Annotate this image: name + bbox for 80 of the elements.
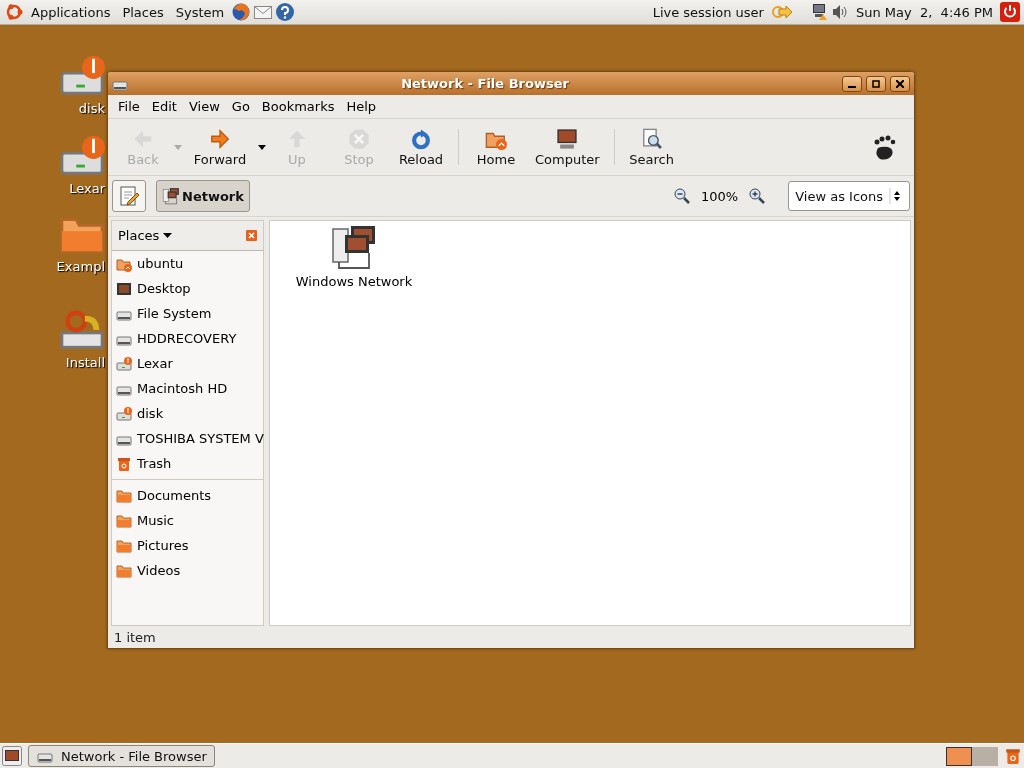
volume-speaker-icon[interactable] bbox=[830, 3, 849, 21]
power-icon[interactable] bbox=[1000, 2, 1020, 22]
view-mode-dropdown[interactable]: View as Icons bbox=[788, 181, 910, 211]
foot-logo-icon bbox=[872, 134, 896, 160]
sidebar-item[interactable]: Macintosh HD bbox=[112, 376, 263, 401]
menu-item[interactable]: Go bbox=[225, 97, 256, 116]
close-sidebar-icon[interactable] bbox=[246, 230, 257, 241]
minimize-icon bbox=[848, 85, 856, 88]
reload-icon bbox=[410, 127, 432, 150]
folder-icon bbox=[116, 537, 132, 554]
network-icon bbox=[162, 187, 180, 205]
desktop-icon bbox=[116, 280, 132, 297]
taskbar-window-button[interactable]: Network - File Browser bbox=[28, 745, 215, 767]
panel-menu[interactable]: Places bbox=[117, 2, 169, 22]
minimize-button[interactable] bbox=[842, 75, 862, 92]
menu-item[interactable]: Edit bbox=[145, 97, 183, 116]
folder-icon bbox=[116, 512, 132, 529]
menu-item[interactable]: File bbox=[112, 97, 146, 116]
zoom-level: 100% bbox=[701, 188, 739, 204]
ubuntu-logo-icon[interactable] bbox=[4, 2, 24, 22]
sidebar-item[interactable]: Documents bbox=[112, 483, 263, 508]
sidebar-title[interactable]: Places bbox=[118, 228, 160, 243]
session-user-label[interactable]: Live session user bbox=[647, 2, 769, 22]
logout-arrow-icon[interactable] bbox=[770, 3, 793, 21]
computer-toolbar-button[interactable]: Computer bbox=[527, 125, 608, 169]
up-down-arrows-icon bbox=[889, 188, 903, 204]
sidebar-item[interactable]: disk bbox=[112, 401, 263, 426]
sidebar-item[interactable]: TOSHIBA SYSTEM V bbox=[112, 426, 263, 451]
network-computers-icon bbox=[330, 223, 378, 271]
menu-item[interactable]: Help bbox=[340, 97, 383, 116]
desktop-icon-label[interactable]: Install bbox=[65, 355, 105, 370]
search-toolbar-button[interactable]: Search bbox=[620, 125, 683, 169]
maximize-button[interactable] bbox=[866, 75, 886, 92]
menu-item[interactable]: Bookmarks bbox=[255, 97, 341, 116]
panel-menu[interactable]: Applications bbox=[26, 2, 116, 22]
reload-toolbar-button[interactable]: Reload bbox=[390, 125, 452, 169]
sidebar-item[interactable]: File System bbox=[112, 301, 263, 326]
sidebar-item[interactable]: HDDRECOVERY bbox=[112, 326, 263, 351]
trash-icon bbox=[116, 455, 132, 472]
usb-drive-icon bbox=[116, 355, 132, 372]
dropdown-caret-icon[interactable] bbox=[163, 233, 173, 238]
menu-item[interactable]: View bbox=[182, 97, 226, 116]
sidebar-item[interactable]: Desktop bbox=[112, 276, 263, 301]
location-path-button[interactable]: Network bbox=[156, 180, 250, 212]
stop-icon bbox=[348, 127, 370, 150]
forward-toolbar-button[interactable]: Forward bbox=[182, 125, 258, 169]
browser-globe-icon[interactable] bbox=[231, 2, 252, 22]
close-button[interactable] bbox=[890, 75, 910, 92]
panel-menu[interactable]: System bbox=[170, 2, 230, 22]
help-icon[interactable] bbox=[275, 2, 296, 22]
computer-icon bbox=[556, 127, 579, 150]
close-icon bbox=[896, 79, 904, 88]
desktop-icon-label[interactable]: Exampl bbox=[56, 259, 105, 274]
search-icon bbox=[640, 127, 663, 150]
show-desktop-icon[interactable] bbox=[2, 746, 22, 766]
sidebar-item[interactable]: ubuntu bbox=[112, 251, 263, 276]
dropdown-caret-icon[interactable] bbox=[258, 144, 266, 150]
desktop-icon-label[interactable]: Lexar bbox=[69, 181, 105, 196]
sidebar-item[interactable]: Pictures bbox=[112, 533, 263, 558]
window-title: Network - File Browser bbox=[400, 76, 570, 91]
edit-location-button[interactable] bbox=[112, 180, 146, 212]
notepad-pencil-icon bbox=[118, 185, 140, 207]
folder-icon bbox=[116, 562, 132, 579]
sidebar-item[interactable]: Trash bbox=[112, 451, 263, 476]
home-toolbar-button[interactable]: Home bbox=[465, 125, 527, 169]
workspace-button[interactable] bbox=[946, 746, 972, 766]
sidebar-item[interactable]: Music bbox=[112, 508, 263, 533]
file-item-label[interactable]: Windows Network bbox=[295, 274, 413, 289]
folder-icon bbox=[116, 487, 132, 504]
maximize-icon bbox=[872, 79, 880, 88]
clock[interactable]: Sun May 2, 4:46 PM bbox=[850, 2, 998, 22]
usb-drive-icon bbox=[116, 405, 132, 422]
desktop-icon-label[interactable]: disk bbox=[78, 101, 105, 116]
sidebar-item[interactable]: Videos bbox=[112, 558, 263, 583]
sidebar-item[interactable]: Lexar bbox=[112, 351, 263, 376]
forward-arrow-icon bbox=[209, 127, 231, 150]
network-status-icon[interactable] bbox=[810, 3, 829, 21]
zoom-in-icon[interactable] bbox=[748, 187, 767, 205]
zoom-out-icon[interactable] bbox=[673, 187, 691, 205]
status-text: 1 item bbox=[114, 629, 156, 645]
